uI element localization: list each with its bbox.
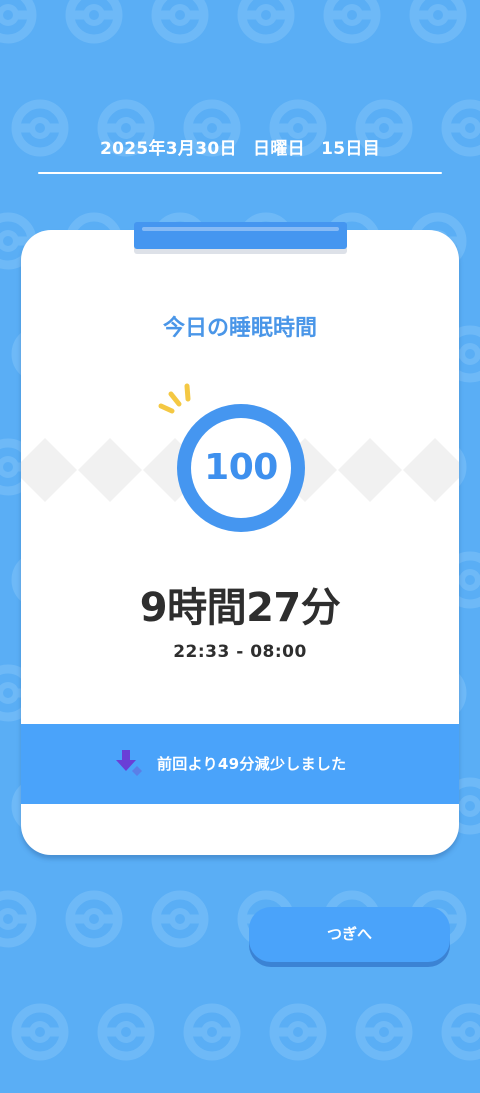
sleep-time-range: 22:33 - 08:00 — [173, 642, 307, 662]
sleep-result-card: 今日の睡眠時間 100 9時間27分 22:33 - 08:00 前回より49分… — [21, 230, 459, 855]
arrow-down-icon — [116, 750, 142, 776]
date-text: 2025年3月30日 — [99, 139, 237, 159]
card-title: 今日の睡眠時間 — [162, 316, 317, 341]
date-header: 2025年3月30日 日曜日 15日目 — [0, 134, 480, 159]
comparison-bar: 前回より49分減少しました — [21, 724, 459, 804]
day-count-text: 15日目 — [321, 139, 380, 159]
sleep-score: 100 — [204, 447, 278, 488]
card-clip-highlight — [142, 227, 339, 231]
sleep-duration: 9時間27分 — [139, 585, 341, 631]
card-clip — [134, 222, 347, 249]
weekday-text: 日曜日 — [253, 139, 305, 159]
next-button[interactable]: つぎへ — [249, 907, 450, 962]
comparison-text: 前回より49分減少しました — [157, 755, 347, 773]
date-divider — [38, 172, 442, 174]
